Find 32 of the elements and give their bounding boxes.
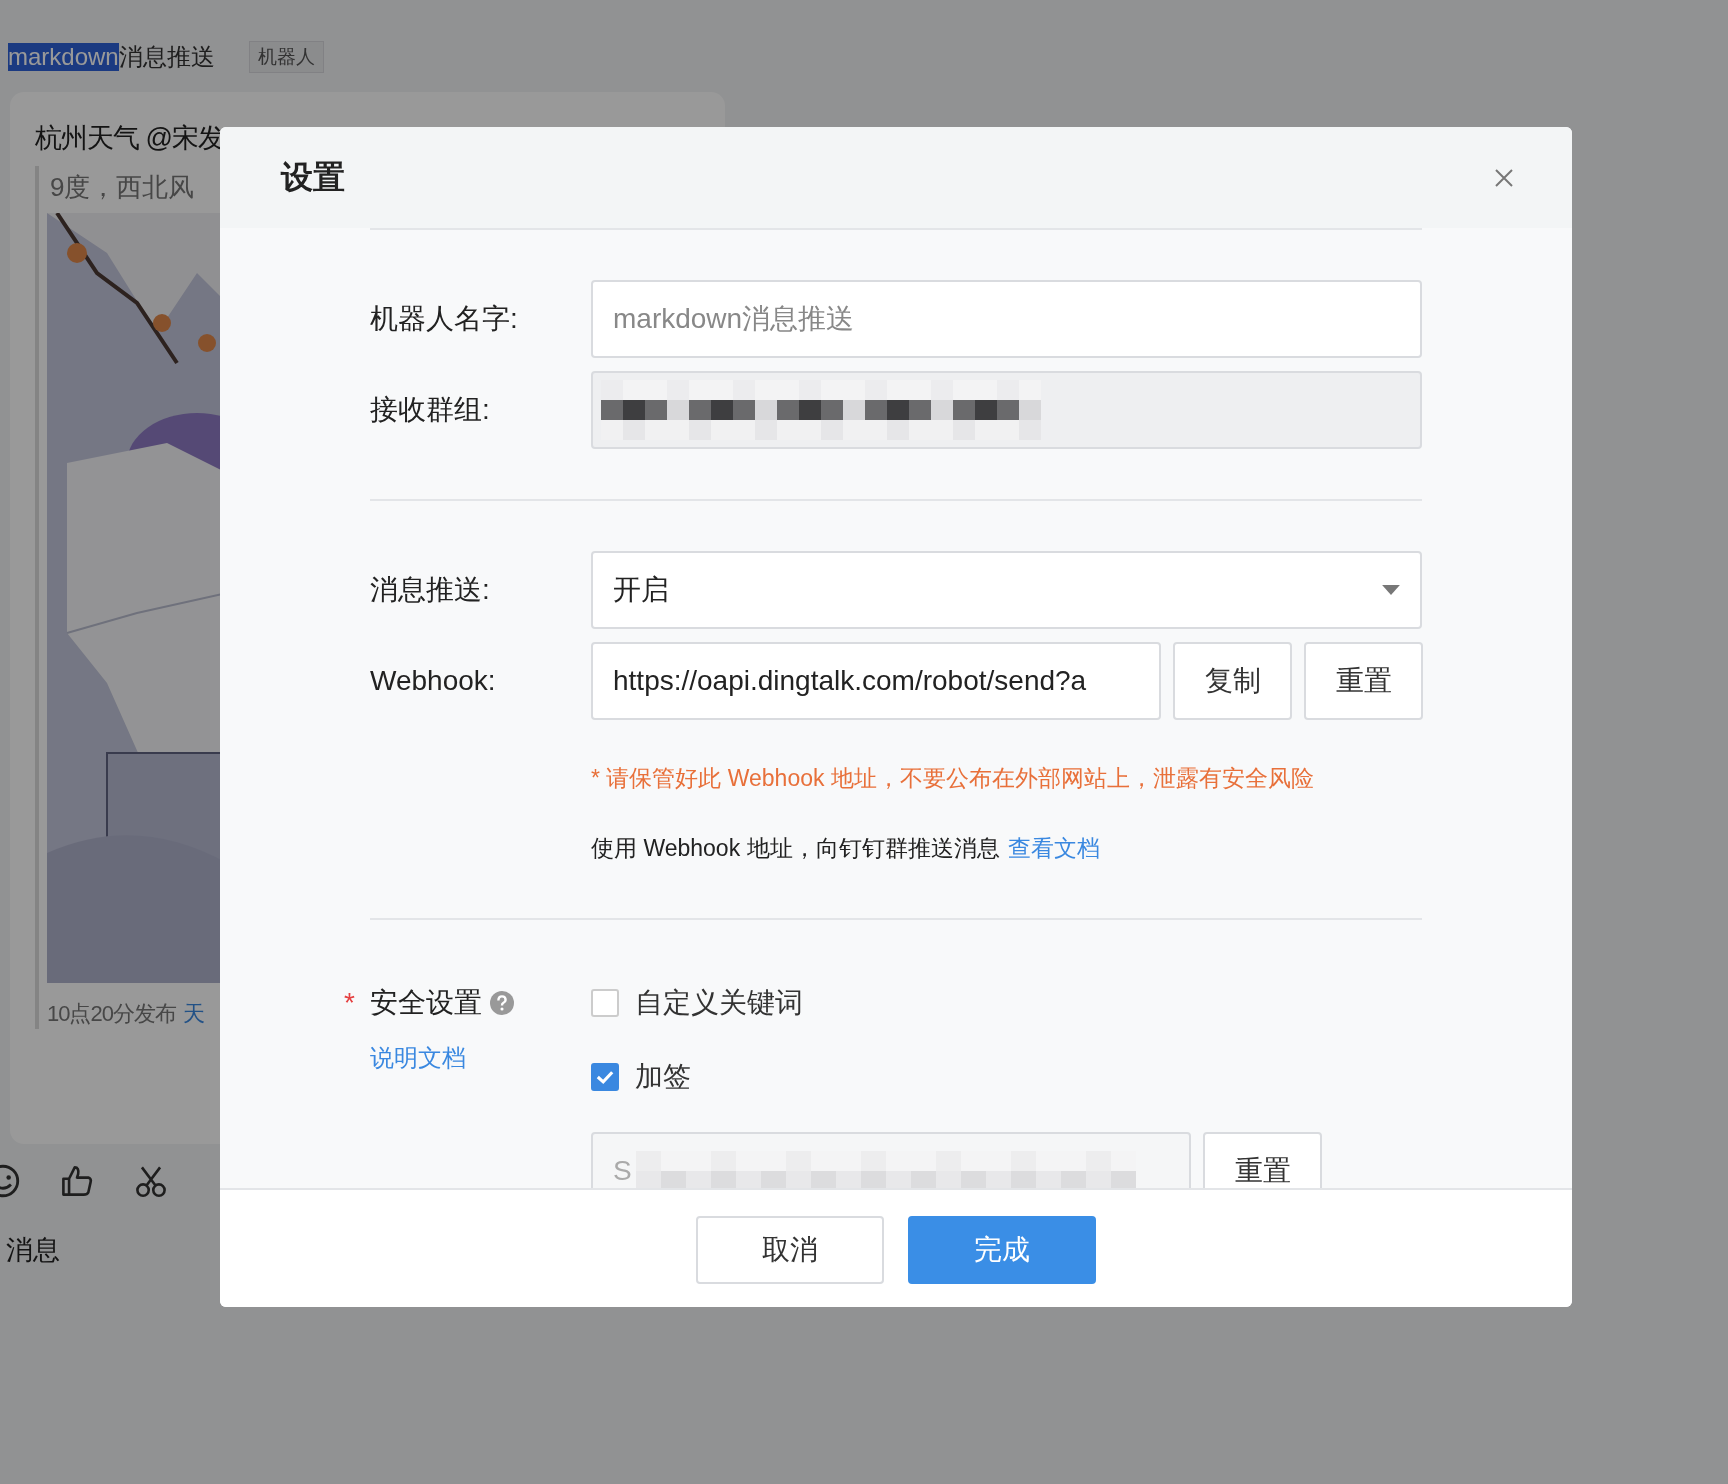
checkbox[interactable]: [591, 989, 619, 1017]
selected-heading-text: markdown: [8, 43, 119, 71]
webhook-input[interactable]: https://oapi.dingtalk.com/robot/send?a: [591, 642, 1161, 720]
field-label: 安全设置: [370, 986, 482, 1020]
option-label: 自定义关键词: [635, 986, 803, 1020]
push-select[interactable]: 开启: [591, 551, 1422, 629]
warning-text: * 请保管好此 Webhook 地址，不要公布在外部网站上，泄露有安全风险: [591, 764, 1315, 793]
field-label: Webhook:: [370, 665, 497, 697]
field-label: 机器人名字:: [370, 302, 519, 336]
webhook-button[interactable]: 复制: [1173, 642, 1292, 720]
input-field[interactable]: markdown消息推送: [591, 280, 1422, 358]
field-label: 消息推送:: [370, 573, 491, 607]
help-icon[interactable]: [490, 991, 514, 1015]
message-title: 杭州天气 @宋发: [35, 122, 224, 155]
option-label: 加签: [635, 1060, 691, 1094]
caret-icon: [1382, 585, 1400, 595]
close-icon[interactable]: [1494, 167, 1514, 188]
field-label: 接收群组:: [370, 393, 491, 427]
composer-hint: 消息: [6, 1234, 60, 1267]
heading-text: 消息推送: [118, 42, 215, 72]
robot-tag: 机器人: [248, 41, 324, 73]
publish-time: 10点20分发布: [47, 1001, 176, 1026]
checkbox[interactable]: [591, 1063, 619, 1091]
usage-text: 使用 Webhook 地址，向钉钉群推送消息: [591, 834, 1000, 863]
required-mark: *: [344, 987, 355, 1019]
cancel-button[interactable]: 取消: [696, 1216, 884, 1284]
thumbs-up-icon[interactable]: [60, 1164, 94, 1198]
scissors-icon[interactable]: [134, 1164, 168, 1198]
dialog-title: 设置: [281, 157, 345, 197]
webhook-button[interactable]: 重置: [1304, 642, 1423, 720]
message-text: 9度，西北风: [49, 171, 195, 204]
reset-button[interactable]: 重置: [1203, 1132, 1322, 1188]
